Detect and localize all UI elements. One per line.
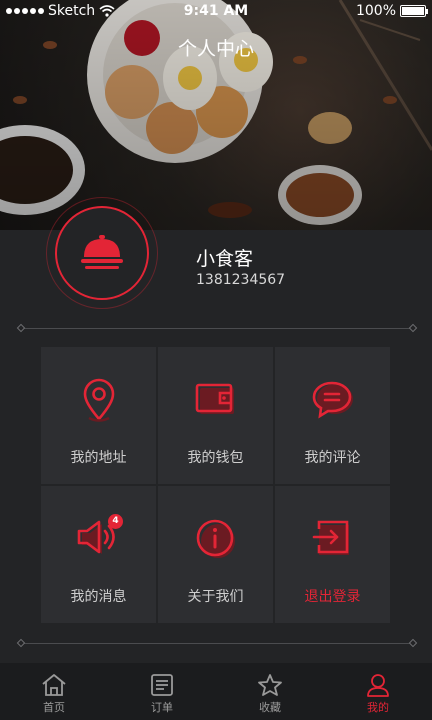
comment-icon (312, 381, 353, 419)
menu-item-label: 我的地址 (70, 450, 127, 466)
food-cloche-icon (81, 235, 123, 269)
home-icon (42, 674, 66, 696)
menu-item-label: 我的评论 (304, 450, 361, 466)
menu-item-label: 退出登录 (304, 589, 361, 605)
tab-mine[interactable]: 我的 (324, 663, 432, 720)
wallet-icon (195, 383, 234, 414)
profile-name: 小食客 (196, 248, 254, 270)
section-divider-bottom (16, 638, 418, 648)
tab-label: 收藏 (259, 701, 281, 714)
menu-item-messages[interactable]: 4 我的消息 (41, 486, 156, 623)
tab-label: 我的 (367, 701, 389, 714)
order-icon (151, 674, 173, 696)
section-divider-top (16, 323, 418, 333)
tab-label: 订单 (151, 701, 173, 714)
menu-item-label: 我的钱包 (187, 450, 244, 466)
wifi-icon (99, 5, 115, 17)
menu-item-comment[interactable]: 我的评论 (275, 347, 390, 484)
battery-percent: 100% (355, 3, 396, 19)
tab-bar: 首页 订单 收藏 我的 (0, 663, 432, 720)
tab-home[interactable]: 首页 (0, 663, 108, 720)
logout-icon (312, 520, 349, 555)
page-title: 个人中心 (177, 38, 254, 60)
menu-grid: 我的地址 我的钱包 我的评论 4 我的消息 关于我们 退出登录 (41, 347, 391, 626)
menu-item-logout[interactable]: 退出登录 (275, 486, 390, 623)
avatar[interactable] (55, 206, 149, 300)
info-icon (196, 519, 235, 558)
menu-item-label: 关于我们 (187, 589, 244, 605)
menu-item-label: 我的消息 (70, 589, 127, 605)
carrier-label: Sketch (48, 3, 96, 19)
user-icon (367, 674, 389, 697)
profile-phone: 1381234567 (196, 272, 286, 288)
message-count-badge: 4 (108, 514, 123, 529)
tab-label: 首页 (43, 701, 65, 714)
menu-item-address[interactable]: 我的地址 (41, 347, 156, 484)
tab-favorites[interactable]: 收藏 (216, 663, 324, 720)
tab-orders[interactable]: 订单 (108, 663, 216, 720)
status-time: 9:41 AM (183, 3, 249, 19)
battery-icon (400, 5, 428, 17)
star-icon (258, 674, 282, 696)
menu-item-wallet[interactable]: 我的钱包 (158, 347, 273, 484)
status-bar: Sketch 9:41 AM 100% (0, 0, 432, 22)
location-pin-icon (83, 378, 114, 422)
signal-icon (6, 8, 44, 14)
menu-item-about[interactable]: 关于我们 (158, 486, 273, 623)
